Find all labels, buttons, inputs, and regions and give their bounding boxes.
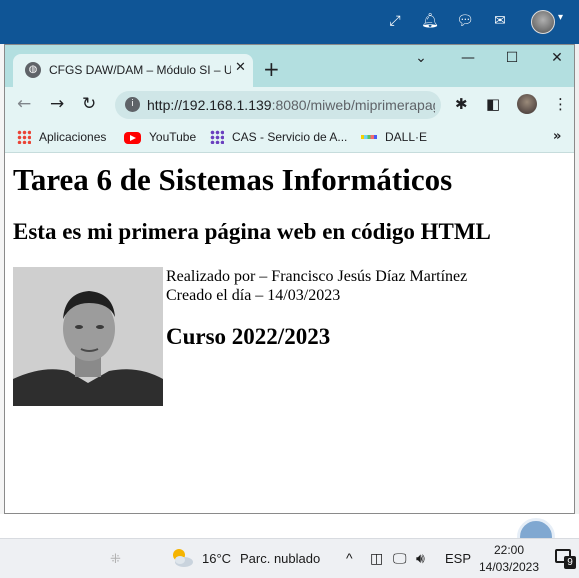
bookmark-youtube[interactable]: YouTube bbox=[124, 130, 196, 144]
portrait-photo bbox=[13, 267, 163, 406]
user-avatar[interactable] bbox=[531, 10, 555, 34]
extensions-icon[interactable]: ✱ bbox=[455, 95, 468, 113]
chevron-up-icon[interactable]: ^ bbox=[346, 550, 353, 566]
bookmark-label: DALL·E bbox=[385, 130, 428, 144]
bookmark-label: CAS - Servicio de A... bbox=[232, 130, 348, 144]
profile-avatar[interactable] bbox=[517, 94, 537, 114]
bookmark-cas[interactable]: CAS - Servicio de A... bbox=[210, 130, 347, 144]
bell-icon[interactable]: 🔔︎ bbox=[419, 10, 441, 32]
bookmark-apps[interactable]: Aplicaciones bbox=[17, 130, 106, 144]
tab-title: CFGS DAW/DAM – Módulo SI – Unidad 6 bbox=[49, 63, 231, 77]
side-panel-icon[interactable]: ◧ bbox=[486, 95, 500, 113]
date-line: Creado el día – 14/03/2023 bbox=[166, 287, 341, 304]
page-title: Tarea 6 de Sistemas Informáticos bbox=[13, 162, 453, 197]
menu-icon[interactable]: ⋮ bbox=[553, 95, 568, 113]
dalle-icon bbox=[361, 135, 377, 139]
address-bar[interactable]: i http://192.168.1.139:8080/miweb/miprim… bbox=[115, 91, 441, 119]
forward-button[interactable]: → bbox=[50, 94, 64, 114]
tab-search-icon[interactable]: ⌄ bbox=[406, 50, 436, 66]
notifications-icon[interactable]: 9 bbox=[555, 549, 576, 569]
page-subtitle: Esta es mi primera página web en código … bbox=[13, 219, 491, 244]
meet-now-icon[interactable]: ◫ bbox=[370, 550, 383, 567]
background-bottom bbox=[0, 514, 579, 538]
apps-grid-icon bbox=[17, 130, 31, 144]
task-view-icon[interactable]: ⁜ bbox=[110, 551, 121, 567]
cas-icon bbox=[210, 130, 224, 144]
bookmark-label: Aplicaciones bbox=[39, 130, 107, 144]
address-url[interactable]: http://192.168.1.139:8080/miweb/miprimer… bbox=[147, 97, 435, 113]
network-icon[interactable]: 🖵︎ bbox=[393, 550, 407, 567]
app-top-bar: ⤢ 🔔︎ 💬︎ ✉ ▾ bbox=[0, 0, 579, 44]
language-indicator[interactable]: ESP bbox=[445, 551, 471, 566]
bookmarks-bar: Aplicaciones YouTube CAS - Servicio de A… bbox=[5, 123, 574, 153]
close-window-button[interactable]: ✕ bbox=[542, 50, 572, 66]
bookmark-dalle[interactable]: DALL·E bbox=[361, 130, 427, 144]
background-right bbox=[575, 44, 579, 538]
tab-strip: ◍ CFGS DAW/DAM – Módulo SI – Unidad 6 ✕ … bbox=[5, 45, 574, 87]
bookmark-label: YouTube bbox=[149, 130, 197, 144]
volume-icon[interactable]: 🔊︎ bbox=[416, 550, 425, 567]
browser-toolbar: ← → ↻ i http://192.168.1.139:8080/miweb/… bbox=[5, 87, 574, 123]
minimize-button[interactable]: — bbox=[453, 50, 483, 66]
author-info: Realizado por – Francisco Jesús Díaz Mar… bbox=[166, 267, 467, 305]
chevron-down-icon[interactable]: ▾ bbox=[558, 12, 563, 23]
clock-time: 22:00 bbox=[493, 543, 525, 557]
weather-condition[interactable]: Parc. nublado bbox=[240, 551, 320, 566]
url-host: http://192.168.1.139 bbox=[147, 97, 272, 113]
author-line: Realizado por – Francisco Jesús Díaz Mar… bbox=[166, 268, 468, 285]
site-info-icon[interactable]: i bbox=[125, 97, 140, 112]
globe-icon: ◍ bbox=[25, 62, 41, 78]
tab-active[interactable]: ◍ CFGS DAW/DAM – Módulo SI – Unidad 6 ✕ bbox=[13, 54, 253, 87]
clock-date: 14/03/2023 bbox=[478, 560, 540, 574]
mail-icon[interactable]: ✉ bbox=[489, 10, 511, 32]
reload-button[interactable]: ↻ bbox=[82, 94, 96, 114]
browser-window: ◍ CFGS DAW/DAM – Módulo SI – Unidad 6 ✕ … bbox=[4, 44, 575, 514]
tab-close-icon[interactable]: ✕ bbox=[235, 60, 246, 75]
course-heading: Curso 2022/2023 bbox=[166, 324, 331, 349]
web-page-content: Tarea 6 de Sistemas Informáticos Esta es… bbox=[5, 154, 574, 513]
youtube-icon bbox=[124, 132, 141, 144]
weather-temperature[interactable]: 16°C bbox=[202, 551, 231, 566]
chat-icon[interactable]: 💬︎ bbox=[454, 10, 476, 32]
bookmarks-overflow-icon[interactable]: » bbox=[553, 129, 561, 144]
url-path: :8080/miweb/miprimerapagina.html bbox=[271, 97, 435, 113]
expand-icon[interactable]: ⤢ bbox=[384, 10, 406, 32]
clock[interactable]: 22:00 14/03/2023 bbox=[478, 542, 540, 576]
taskbar: ⁜ 16°C Parc. nublado ^ ◫ 🖵︎ 🔊︎ ESP 22:00… bbox=[0, 538, 579, 578]
portrait-illustration bbox=[13, 267, 163, 406]
maximize-button[interactable]: ☐ bbox=[497, 50, 527, 66]
partly-cloudy-icon[interactable] bbox=[170, 547, 194, 569]
back-button[interactable]: ← bbox=[17, 94, 31, 114]
notification-count: 9 bbox=[564, 556, 576, 569]
new-tab-button[interactable]: + bbox=[263, 57, 280, 81]
